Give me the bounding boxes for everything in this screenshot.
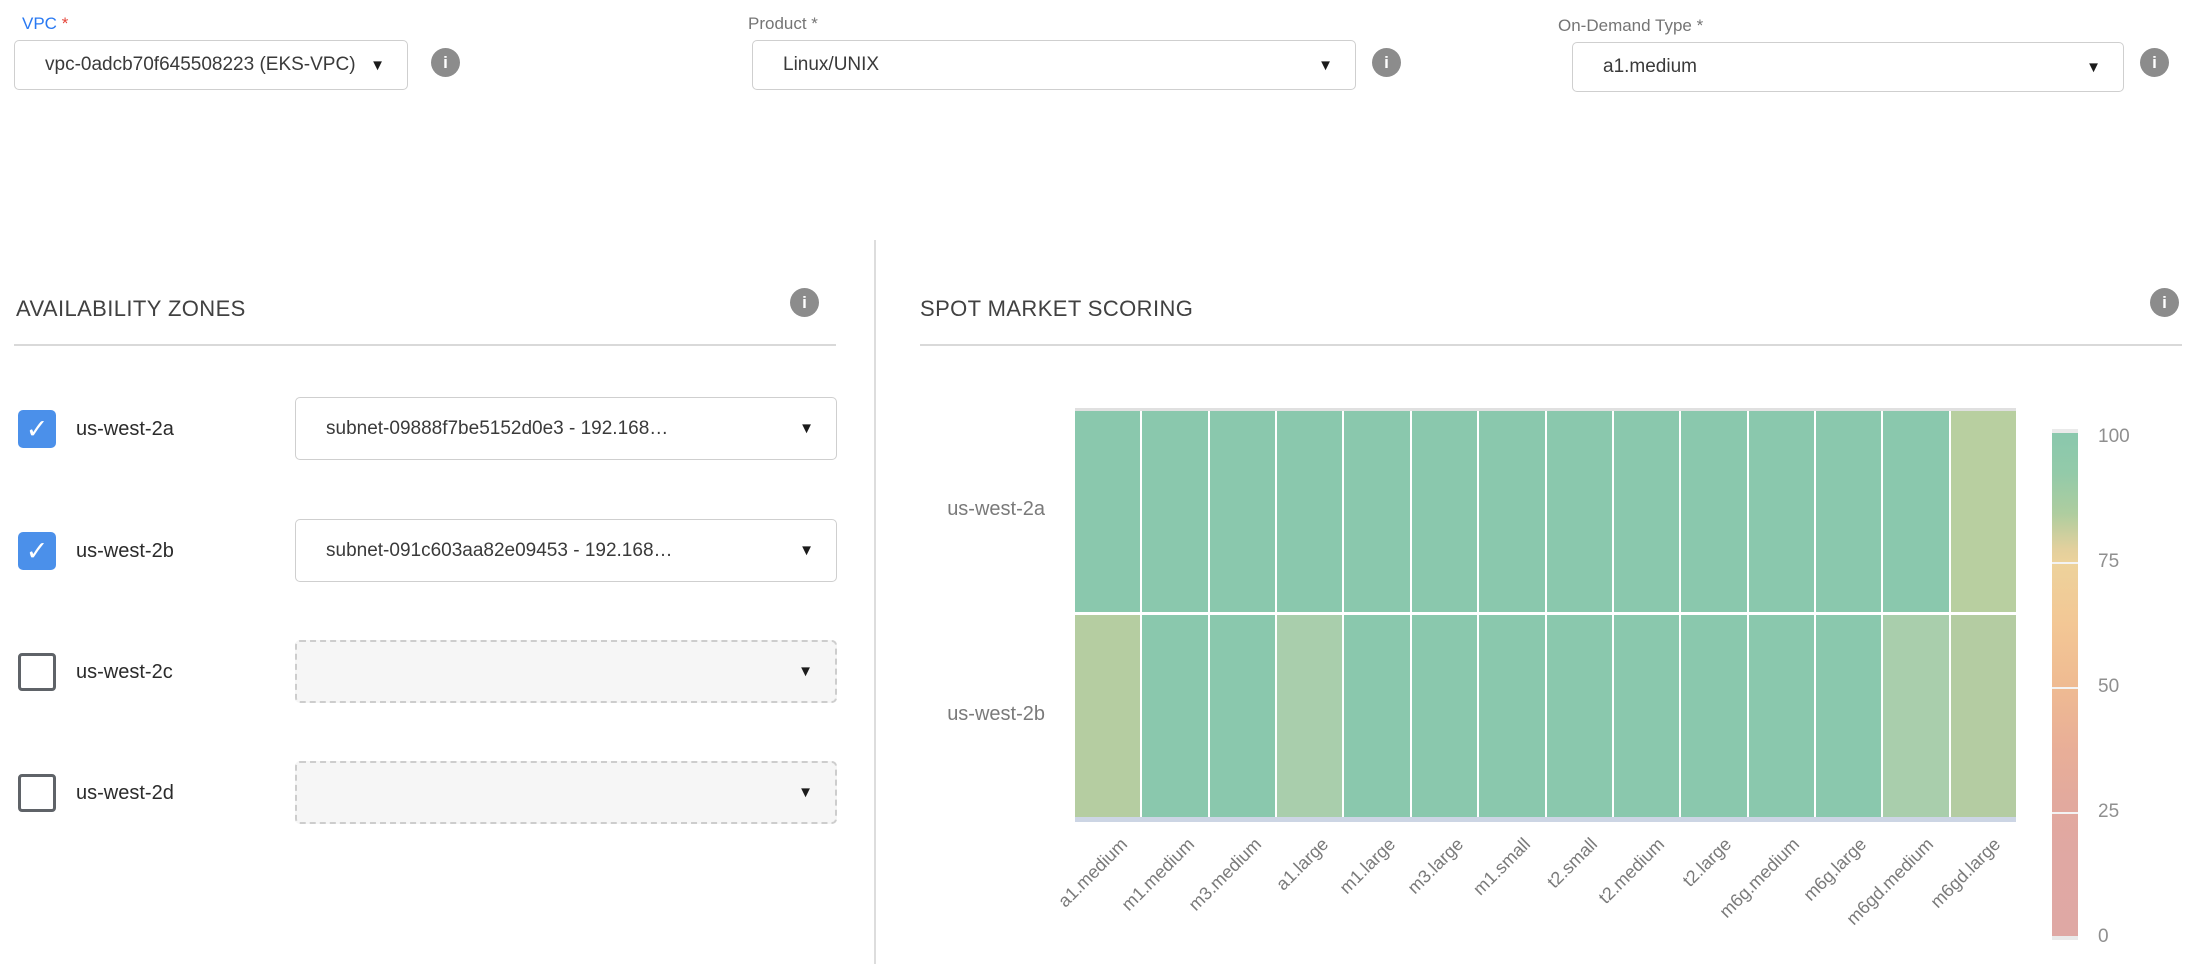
vpc-select-value: vpc-0adcb70f645508223 (EKS-VPC) xyxy=(45,54,356,76)
colorbar-ticklabel-50: 50 xyxy=(2098,676,2119,698)
heatmap-xlabel-m6gd.large: m6gd.large xyxy=(1927,834,2006,913)
heatmap-xlabel-t2.small: t2.small xyxy=(1543,834,1602,893)
zone-label-us-west-2b: us-west-2b xyxy=(76,540,174,563)
zone-checkbox-us-west-2d[interactable] xyxy=(18,774,56,812)
heatmap-cell-us-west-2b-m6gd.large[interactable] xyxy=(1951,615,2016,817)
zone-label-us-west-2d: us-west-2d xyxy=(76,782,174,805)
vpc-select[interactable]: vpc-0adcb70f645508223 (EKS-VPC) ▼ xyxy=(14,40,408,90)
heatmap-cell-us-west-2b-m1.medium[interactable] xyxy=(1142,615,1207,817)
zone-label-us-west-2a: us-west-2a xyxy=(76,418,174,441)
colorbar-tickline-75 xyxy=(2052,562,2078,564)
chevron-down-icon: ▼ xyxy=(798,784,813,801)
product-label: Product * xyxy=(748,14,818,34)
subnet-select-value: subnet-09888f7be5152d0e3 - 192.168… xyxy=(326,418,668,440)
heatmap-row-us-west-2a xyxy=(1075,411,2016,612)
on-demand-type-info-icon[interactable]: i xyxy=(2140,48,2169,77)
colorbar-ticklabel-75: 75 xyxy=(2098,551,2119,573)
heatmap-cell-us-west-2a-t2.small[interactable] xyxy=(1547,411,1612,612)
heatmap-xlabel-t2.medium: t2.medium xyxy=(1595,834,1669,908)
availability-zones-divider xyxy=(14,344,836,346)
heatmap-cell-us-west-2b-m6gd.medium[interactable] xyxy=(1883,615,1948,817)
heatmap-cell-us-west-2b-m1.small[interactable] xyxy=(1479,615,1544,817)
vpc-label-text: VPC xyxy=(22,14,57,33)
on-demand-type-label: On-Demand Type * xyxy=(1558,16,1703,36)
colorbar-ticklabel-0: 0 xyxy=(2098,926,2109,948)
availability-zones-info-icon[interactable]: i xyxy=(790,288,819,317)
heatmap-ylabel-us-west-2b: us-west-2b xyxy=(845,703,1045,726)
vpc-label: VPC * xyxy=(22,14,68,34)
heatmap-xlabel-t2.large: t2.large xyxy=(1679,834,1736,891)
heatmap-cell-us-west-2b-m3.medium[interactable] xyxy=(1210,615,1275,817)
subnet-select-us-west-2c[interactable]: ▼ xyxy=(295,640,837,703)
chevron-down-icon: ▼ xyxy=(370,57,385,74)
product-select[interactable]: Linux/UNIX ▼ xyxy=(752,40,1356,90)
zone-label-us-west-2c: us-west-2c xyxy=(76,661,173,684)
heatmap-cell-us-west-2b-t2.small[interactable] xyxy=(1547,615,1612,817)
heatmap-cell-us-west-2a-t2.large[interactable] xyxy=(1681,411,1746,612)
heatmap-cell-us-west-2a-m1.large[interactable] xyxy=(1344,411,1409,612)
heatmap-cell-us-west-2a-m6gd.medium[interactable] xyxy=(1883,411,1948,612)
on-demand-type-select-value: a1.medium xyxy=(1603,56,1697,78)
zone-checkbox-us-west-2a[interactable]: ✓ xyxy=(18,410,56,448)
chevron-down-icon: ▼ xyxy=(2086,59,2101,76)
colorbar-tickline-25 xyxy=(2052,812,2078,814)
colorbar-cap-bottom xyxy=(2052,936,2078,940)
heatmap-xlabel-m1.small: m1.small xyxy=(1469,834,1535,900)
heatmap-grid xyxy=(1075,411,2016,817)
on-demand-type-select[interactable]: a1.medium ▼ xyxy=(1572,42,2124,92)
heatmap-cell-us-west-2a-m6g.large[interactable] xyxy=(1816,411,1881,612)
spot-market-scoring-divider xyxy=(920,344,2182,346)
subnet-select-us-west-2b[interactable]: subnet-091c603aa82e09453 - 192.168… ▼ xyxy=(295,519,837,582)
heatmap-cell-us-west-2b-m6g.large[interactable] xyxy=(1816,615,1881,817)
chevron-down-icon: ▼ xyxy=(799,542,814,559)
heatmap-cell-us-west-2a-m1.small[interactable] xyxy=(1479,411,1544,612)
chevron-down-icon: ▼ xyxy=(799,420,814,437)
zone-checkbox-us-west-2c[interactable] xyxy=(18,653,56,691)
heatmap-cell-us-west-2b-a1.large[interactable] xyxy=(1277,615,1342,817)
product-select-value: Linux/UNIX xyxy=(783,54,879,76)
product-info-icon[interactable]: i xyxy=(1372,48,1401,77)
heatmap-cell-us-west-2b-m1.large[interactable] xyxy=(1344,615,1409,817)
colorbar-ticklabel-100: 100 xyxy=(2098,426,2130,448)
heatmap-xlabel-m1.large: m1.large xyxy=(1336,834,1400,898)
panel-divider xyxy=(874,240,876,964)
subnet-select-us-west-2d[interactable]: ▼ xyxy=(295,761,837,824)
heatmap-cell-us-west-2b-a1.medium[interactable] xyxy=(1075,615,1140,817)
vpc-required-asterisk: * xyxy=(62,14,69,33)
chevron-down-icon: ▼ xyxy=(1318,57,1333,74)
heatmap-cell-us-west-2b-m3.large[interactable] xyxy=(1412,615,1477,817)
heatmap-ylabel-us-west-2a: us-west-2a xyxy=(845,498,1045,521)
heatmap-cell-us-west-2b-t2.medium[interactable] xyxy=(1614,615,1679,817)
availability-zones-title: AVAILABILITY ZONES xyxy=(16,296,246,322)
spot-market-scoring-info-icon[interactable]: i xyxy=(2150,288,2179,317)
heatmap-cell-us-west-2a-m3.large[interactable] xyxy=(1412,411,1477,612)
heatmap-xlabel-m3.large: m3.large xyxy=(1403,834,1467,898)
zone-checkbox-us-west-2b[interactable]: ✓ xyxy=(18,532,56,570)
subnet-select-us-west-2a[interactable]: subnet-09888f7be5152d0e3 - 192.168… ▼ xyxy=(295,397,837,460)
heatmap-cell-us-west-2a-a1.medium[interactable] xyxy=(1075,411,1140,612)
heatmap-cell-us-west-2b-t2.large[interactable] xyxy=(1681,615,1746,817)
spot-market-scoring-title: SPOT MARKET SCORING xyxy=(920,296,1193,322)
score-colorbar xyxy=(2052,429,2078,940)
heatmap-cell-us-west-2a-a1.large[interactable] xyxy=(1277,411,1342,612)
heatmap-xlabel-m6g.large: m6g.large xyxy=(1799,834,1870,905)
heatmap-row-us-west-2b xyxy=(1075,615,2016,817)
heatmap-cell-us-west-2b-m6g.medium[interactable] xyxy=(1749,615,1814,817)
colorbar-gradient xyxy=(2052,433,2078,936)
heatmap-cell-us-west-2a-m3.medium[interactable] xyxy=(1210,411,1275,612)
checkmark-icon: ✓ xyxy=(26,416,49,443)
heatmap-cell-us-west-2a-m6gd.large[interactable] xyxy=(1951,411,2016,612)
chevron-down-icon: ▼ xyxy=(798,663,813,680)
heatmap-cell-us-west-2a-m6g.medium[interactable] xyxy=(1749,411,1814,612)
heatmap-xlabel-a1.large: a1.large xyxy=(1272,834,1333,895)
checkmark-icon: ✓ xyxy=(26,538,49,565)
heatmap-axis-line xyxy=(1075,817,2016,822)
heatmap-cell-us-west-2a-m1.medium[interactable] xyxy=(1142,411,1207,612)
colorbar-ticklabel-25: 25 xyxy=(2098,801,2119,823)
colorbar-tickline-50 xyxy=(2052,687,2078,689)
vpc-info-icon[interactable]: i xyxy=(431,48,460,77)
heatmap-cell-us-west-2a-t2.medium[interactable] xyxy=(1614,411,1679,612)
subnet-select-value: subnet-091c603aa82e09453 - 192.168… xyxy=(326,540,673,562)
spot-instance-config-screen: VPC * vpc-0adcb70f645508223 (EKS-VPC) ▼ … xyxy=(0,0,2196,964)
